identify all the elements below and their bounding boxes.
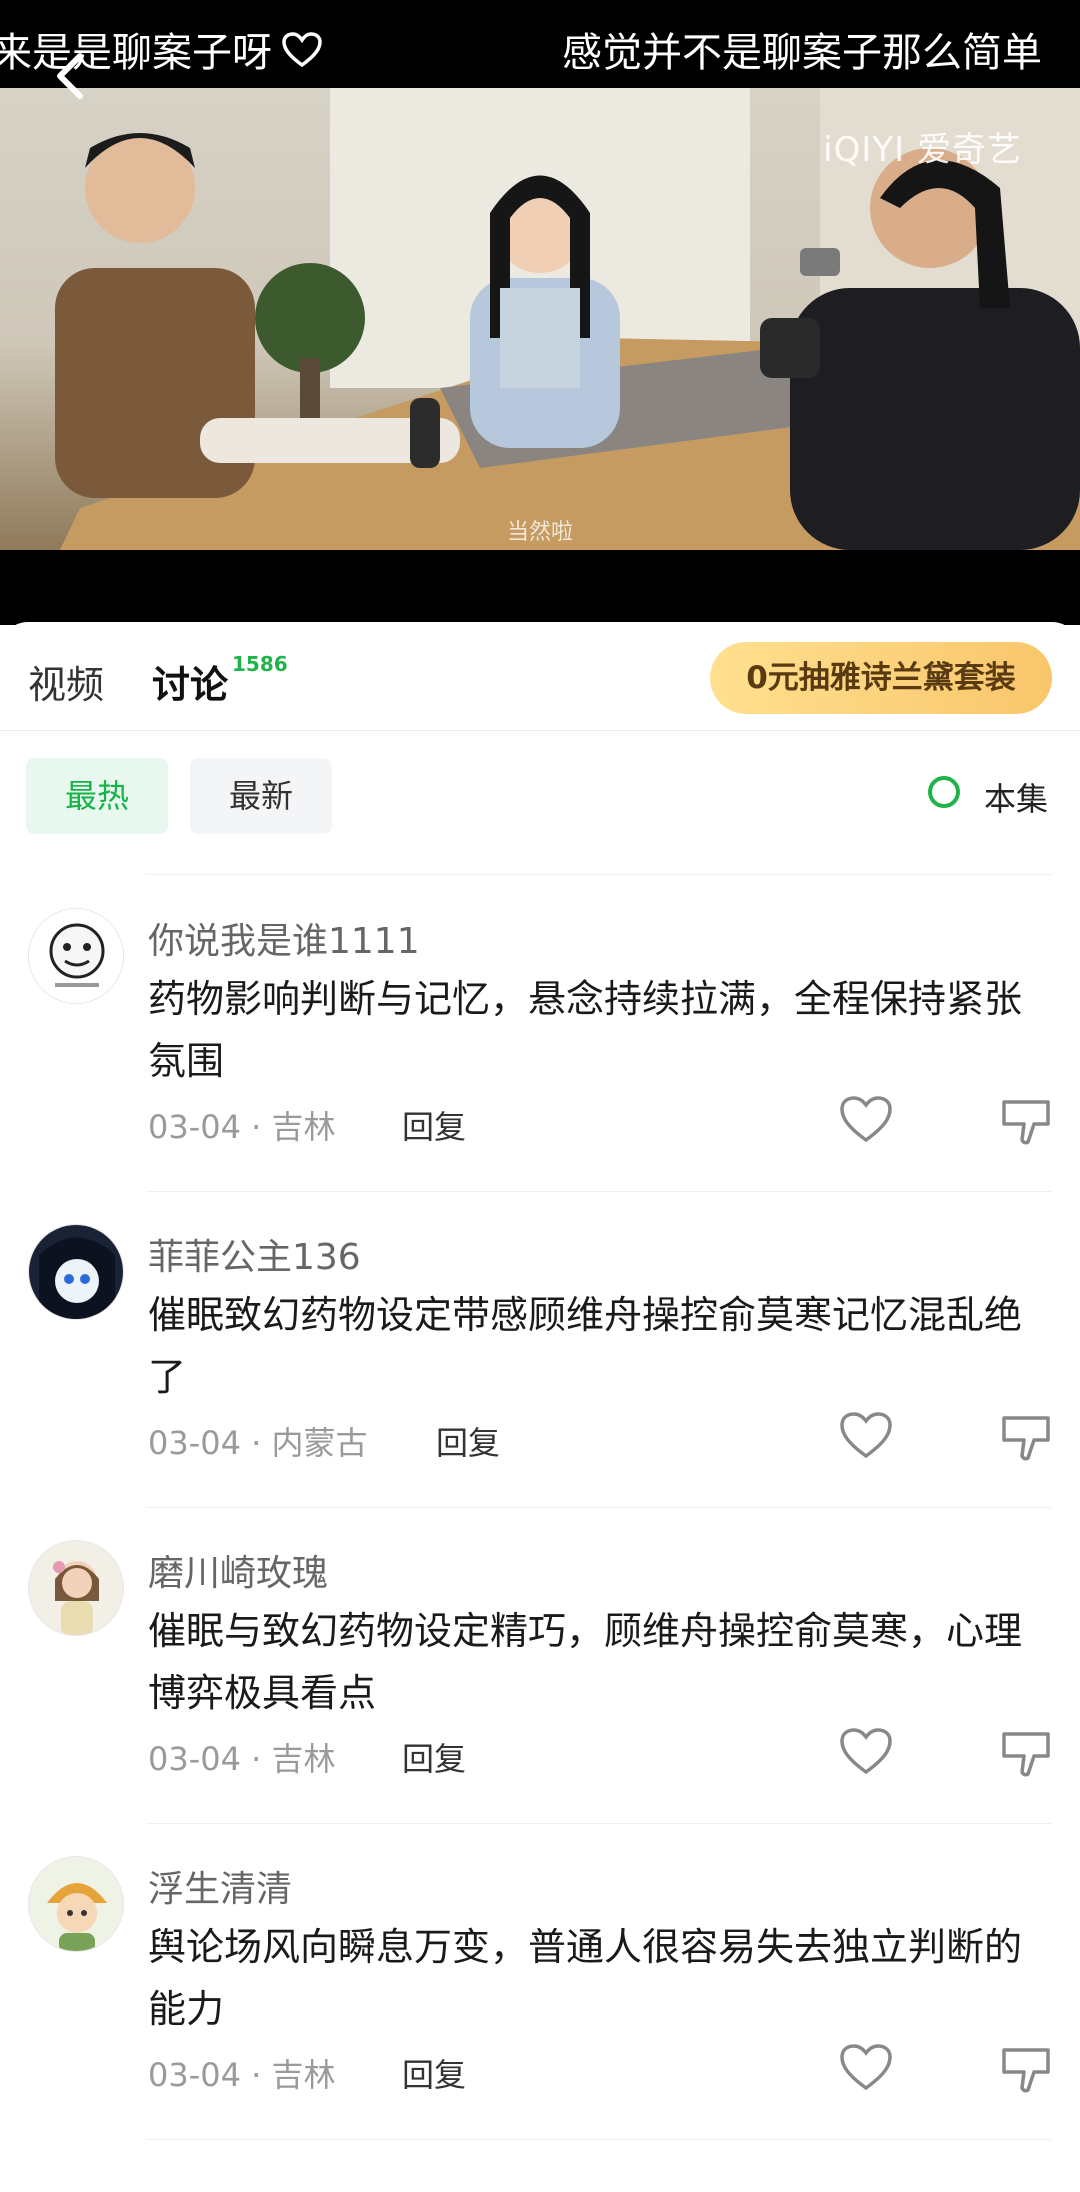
avatar[interactable] — [28, 1856, 124, 1952]
dislike-icon[interactable] — [998, 1412, 1054, 1464]
comment-date: 03-04 — [148, 1740, 241, 1778]
comment-meta: 03-04 · 吉林 — [148, 1108, 336, 1146]
reply-button[interactable]: 回复 — [402, 1102, 466, 1148]
comment-location: 吉林 — [271, 2056, 336, 2094]
filter-hot-button[interactable]: 最热 — [26, 758, 168, 834]
comment-text: 药物影响判断与记忆，悬念持续拉满，全程保持紧张氛围 — [148, 977, 1023, 1083]
back-icon[interactable] — [42, 46, 102, 106]
dislike-icon[interactable] — [998, 2044, 1054, 2096]
like-icon[interactable] — [838, 1726, 894, 1778]
like-icon[interactable] — [838, 2042, 894, 2094]
danmaku-left-text: 来是是聊案子呀 — [0, 30, 272, 76]
divider — [146, 2139, 1052, 2140]
avatar[interactable] — [28, 1224, 124, 1320]
discussion-count-badge: 1586 — [232, 652, 288, 676]
comment-location: 吉林 — [271, 1740, 336, 1778]
promo-button[interactable]: 0元抽雅诗兰黛套装 — [710, 642, 1052, 714]
reply-button[interactable]: 回复 — [402, 1734, 466, 1780]
tab-discussion[interactable]: 讨论 — [152, 654, 228, 709]
video-subtitle: 当然啦 — [506, 520, 573, 545]
comment-item: 磨川崎玫瑰 催眠与致幻药物设定精巧，顾维舟操控俞莫寒，心理博弈极具看点 03-0… — [0, 1508, 1080, 1824]
avatar[interactable] — [28, 1540, 124, 1636]
heart-icon[interactable] — [282, 20, 322, 90]
comment-meta: 03-04 · 吉林 — [148, 2056, 336, 2094]
reply-button[interactable]: 回复 — [402, 2050, 466, 2096]
comment-date: 03-04 — [148, 2056, 241, 2094]
comment-meta: 03-04 · 吉林 — [148, 1740, 336, 1778]
tab-bar: 视频 讨论 1586 0元抽雅诗兰黛套装 — [0, 622, 1080, 731]
radio-circle-icon — [928, 776, 960, 808]
comment-location: 内蒙古 — [271, 1424, 368, 1462]
video-player[interactable]: 来是是聊案子呀 感觉并不是聊案子那么简单 iQIYI 爱奇艺 当然啦 — [0, 0, 1080, 625]
comment-item: 浮生清清 舆论场风向瞬息万变，普通人很容易失去独立判断的能力 03-04 · 吉… — [0, 1824, 1080, 2140]
iqiyi-watermark: iQIYI 爱奇艺 — [823, 130, 1022, 170]
like-icon[interactable] — [838, 1410, 894, 1462]
like-icon[interactable] — [838, 1094, 894, 1146]
reply-button[interactable]: 回复 — [436, 1418, 500, 1464]
comment-text: 舆论场风向瞬息万变，普通人很容易失去独立判断的能力 — [148, 1925, 1023, 2031]
comment-text: 催眠致幻药物设定带感顾维舟操控俞莫寒记忆混乱绝了 — [148, 1293, 1023, 1399]
episode-filter-label: 本集 — [984, 780, 1049, 818]
comment-date: 03-04 — [148, 1108, 241, 1146]
comment-text: 催眠与致幻药物设定精巧，顾维舟操控俞莫寒，心理博弈极具看点 — [148, 1609, 1023, 1715]
comment-meta: 03-04 · 内蒙古 — [148, 1424, 368, 1462]
filter-new-button[interactable]: 最新 — [190, 758, 332, 834]
comment-username[interactable]: 你说我是谁1111 — [148, 912, 420, 964]
danmaku-right: 感觉并不是聊案子那么简单 — [562, 30, 1042, 76]
avatar[interactable] — [28, 908, 124, 1004]
comment-date: 03-04 — [148, 1424, 241, 1462]
dislike-icon[interactable] — [998, 1096, 1054, 1148]
dislike-icon[interactable] — [998, 1728, 1054, 1780]
comment-username[interactable]: 磨川崎玫瑰 — [148, 1544, 328, 1596]
comment-sheet: 视频 讨论 1586 0元抽雅诗兰黛套装 最热 最新 本集 你说我是谁1111 … — [0, 622, 1080, 2192]
divider — [146, 874, 1052, 875]
comment-item: 菲菲公主136 催眠致幻药物设定带感顾维舟操控俞莫寒记忆混乱绝了 03-04 ·… — [0, 1192, 1080, 1508]
comment-username[interactable]: 浮生清清 — [148, 1860, 292, 1912]
comment-username[interactable]: 菲菲公主136 — [148, 1228, 361, 1280]
tab-video[interactable]: 视频 — [28, 654, 104, 709]
comment-location: 吉林 — [271, 1108, 336, 1146]
comment-item: 你说我是谁1111 药物影响判断与记忆，悬念持续拉满，全程保持紧张氛围 03-0… — [0, 876, 1080, 1192]
